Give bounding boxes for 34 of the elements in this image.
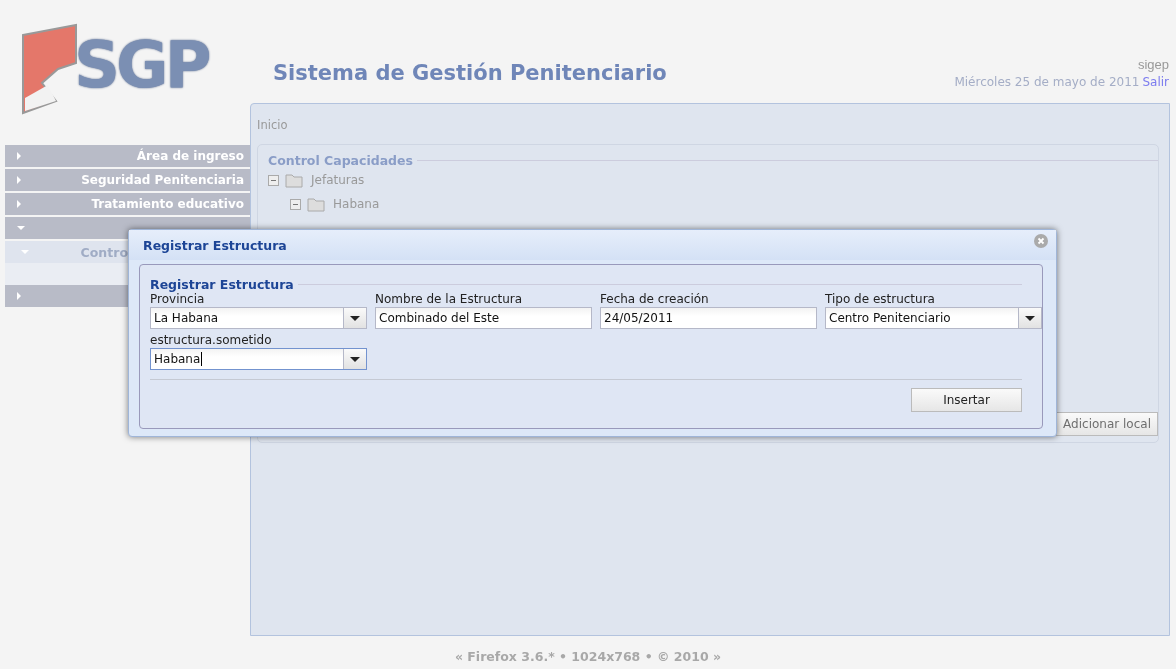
text-field[interactable]: 24/05/2011 [600, 307, 817, 329]
collapse-icon[interactable] [268, 174, 279, 186]
breadcrumb: Inicio [257, 118, 289, 132]
folder-icon [307, 196, 327, 212]
dropdown-field[interactable]: Habana [150, 348, 367, 370]
field-label: Fecha de creación [600, 292, 710, 307]
field-label: estructura.sometido [150, 333, 273, 348]
field-label: Nombre de la Estructura [375, 292, 524, 307]
folder-icon [285, 172, 305, 188]
caret-icon [17, 200, 21, 208]
logo-flag-icon [20, 23, 78, 117]
field-label: Tipo de estructura [825, 292, 936, 307]
caret-icon [17, 292, 21, 300]
text-field[interactable]: Combinado del Este [375, 307, 592, 329]
dropdown-field[interactable]: La Habana [150, 307, 367, 329]
caret-icon [17, 226, 25, 230]
tree-node[interactable]: Habana [333, 197, 380, 211]
user-name: sigep [1137, 57, 1169, 72]
collapse-icon[interactable] [290, 198, 301, 210]
insert-button[interactable]: Insertar [911, 388, 1022, 412]
fieldset-title: Control Capacidades [268, 153, 413, 168]
dropdown-field[interactable]: Centro Penitenciario [825, 307, 1042, 329]
form-section-title: Registrar Estructura [150, 277, 294, 292]
field-label: Provincia [150, 292, 206, 307]
logo-text: SGP [74, 27, 208, 103]
date-text: Miércoles 25 de mayo de 2011 [954, 75, 1140, 89]
app-title: Sistema de Gestión Penitenciario [273, 61, 668, 85]
caret-icon [17, 176, 21, 184]
caret-icon [17, 152, 21, 160]
add-location-button[interactable]: Adicionar local [1056, 412, 1158, 436]
caret-icon [21, 250, 29, 254]
footer-text: « Firefox 3.6.* • 1024x768 • © 2010 » [454, 649, 722, 664]
logout-link[interactable]: Salir [1142, 75, 1169, 89]
close-icon[interactable] [1034, 234, 1048, 248]
